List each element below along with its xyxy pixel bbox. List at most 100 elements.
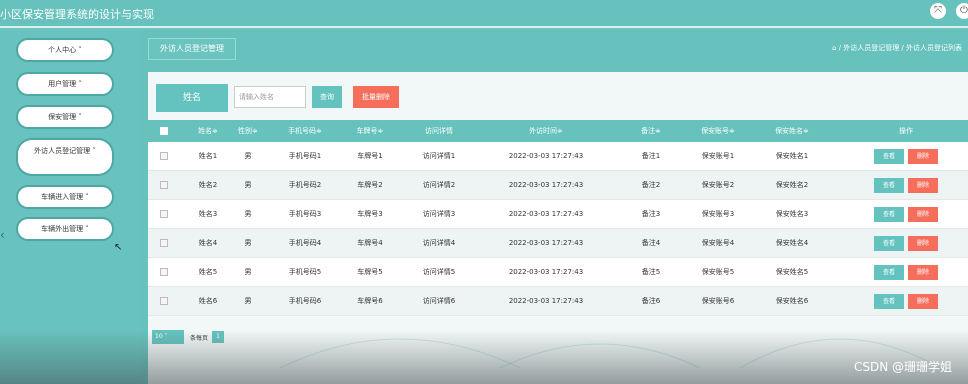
watermark: CSDN @珊珊学姐 — [853, 360, 952, 374]
cell-remark: 备注6 — [641, 297, 661, 305]
header-remark[interactable]: 备注≑ — [626, 120, 676, 142]
header-guard-account[interactable]: 保安账号≑ — [678, 120, 758, 142]
row-checkbox[interactable] — [154, 287, 174, 315]
cell-guard-name: 保安姓名4 — [775, 239, 809, 247]
cell-visit-detail: 访问详情4 — [422, 239, 456, 247]
batch-delete-button[interactable]: 批量删除 — [353, 86, 399, 108]
row-actions: 查看 删除 — [856, 200, 956, 228]
cell-visit-time: 2022-03-03 17:27:43 — [508, 152, 584, 160]
cell-visit-time: 2022-03-03 17:27:43 — [508, 297, 584, 305]
table-row: 姓名3 男手机号码3 车牌号3 访问详情3 2022-03-03 17:27:43 备注3… — [148, 200, 968, 229]
cell-plate: 车牌号3 — [357, 210, 383, 218]
view-button[interactable]: 查看 — [874, 235, 904, 251]
cell-gender: 男 — [244, 210, 252, 218]
page-title: 外访人员登记管理 — [148, 38, 236, 60]
sidebar-item-vehicle-exit[interactable]: 车辆外出管理 ˅ — [18, 219, 112, 239]
cell-visit-time: 2022-03-03 17:27:43 — [508, 239, 584, 247]
row-checkbox[interactable] — [154, 200, 174, 228]
cell-gender: 男 — [244, 181, 252, 189]
delete-button[interactable]: 删除 — [908, 293, 938, 309]
header-phone[interactable]: 手机号码≑ — [270, 120, 340, 142]
cell-visit-detail: 访问详情1 — [422, 152, 456, 160]
cell-guard-account: 保安账号6 — [701, 297, 735, 305]
sidebar-item-label: 用户管理 ˅ — [48, 80, 82, 88]
pagination: 10 ˅ 条每页 1 — [152, 330, 225, 344]
cell-visit-detail: 访问详情2 — [422, 181, 456, 189]
cell-plate: 车牌号2 — [357, 181, 383, 189]
page-button-current[interactable]: 1 — [212, 331, 225, 343]
row-actions: 查看 删除 — [856, 287, 956, 315]
row-actions: 查看 删除 — [856, 142, 956, 170]
cell-phone: 手机号码3 — [288, 210, 322, 218]
cell-phone: 手机号码1 — [288, 152, 322, 160]
row-checkbox[interactable] — [154, 171, 174, 199]
cell-guard-name: 保安姓名5 — [775, 268, 809, 276]
cell-plate: 车牌号1 — [357, 152, 383, 160]
view-button[interactable]: 查看 — [874, 206, 904, 222]
table-body: 姓名1 男手机号码1 车牌号1 访问详情1 2022-03-03 17:27:43 备注1… — [148, 142, 968, 316]
header-visit-detail: 访问详情 — [425, 127, 453, 135]
cell-remark: 备注4 — [641, 239, 661, 247]
header-guard-name[interactable]: 保安姓名≑ — [752, 120, 832, 142]
delete-button[interactable]: 删除 — [908, 206, 938, 222]
query-button[interactable]: 查询 — [312, 86, 342, 108]
view-button[interactable]: 查看 — [874, 177, 904, 193]
header-visit-time[interactable]: 外访时间≑ — [486, 120, 606, 142]
cell-visit-detail: 访问详情6 — [422, 297, 456, 305]
chevron-left-icon[interactable]: ‹ — [0, 228, 5, 242]
view-button[interactable]: 查看 — [874, 293, 904, 309]
cell-guard-name: 保安姓名2 — [775, 181, 809, 189]
top-bar: 小区保安管理系统的设计与实现 ⤧ ⏻ — [0, 0, 968, 28]
main-content: 外访人员登记管理 ⌂ / 外访人员登记管理 / 外访人员登记列表 姓名 查询 批… — [140, 30, 968, 384]
sidebar-item-user-management[interactable]: 用户管理 ˅ — [18, 74, 112, 94]
sidebar-item-personal-center[interactable]: 个人中心 ˅ — [18, 40, 112, 60]
delete-button[interactable]: 删除 — [908, 235, 938, 251]
row-checkbox[interactable] — [154, 229, 174, 257]
row-checkbox[interactable] — [154, 142, 174, 170]
cell-guard-account: 保安账号1 — [701, 152, 735, 160]
page-size-unit: 条每页 — [190, 334, 209, 342]
cell-guard-name: 保安姓名6 — [775, 297, 809, 305]
cell-remark: 备注1 — [641, 152, 661, 160]
cell-phone: 手机号码6 — [288, 297, 322, 305]
visitor-table: 姓名≑ 性别≑ 手机号码≑ 车牌号≑ 访问详情 外访时间≑ 备注≑ 保安账号≑ … — [148, 120, 968, 316]
delete-button[interactable]: 删除 — [908, 177, 938, 193]
name-search-input[interactable] — [234, 86, 306, 108]
view-button[interactable]: 查看 — [874, 264, 904, 280]
header-plate[interactable]: 车牌号≑ — [340, 120, 400, 142]
cell-gender: 男 — [244, 297, 252, 305]
power-icon[interactable]: ⏻ — [956, 3, 968, 19]
sidebar-item-vehicle-entry[interactable]: 车辆进入管理 ˅ — [18, 187, 112, 207]
cell-guard-account: 保安账号4 — [701, 239, 735, 247]
breadcrumb[interactable]: ⌂ / 外访人员登记管理 / 外访人员登记列表 — [832, 43, 962, 53]
cell-plate: 车牌号5 — [357, 268, 383, 276]
cell-visit-time: 2022-03-03 17:27:43 — [508, 268, 584, 276]
delete-button[interactable]: 删除 — [908, 264, 938, 280]
cell-phone: 手机号码5 — [288, 268, 322, 276]
select-all-checkbox[interactable] — [154, 120, 174, 142]
page-size-select[interactable]: 10 ˅ — [152, 330, 184, 344]
delete-button[interactable]: 删除 — [908, 148, 938, 164]
cell-guard-account: 保安账号2 — [701, 181, 735, 189]
sidebar: 个人中心 ˅ 用户管理 ˅ 保安管理 ˅ 外访人员登记管理 ˅ 车辆进入管理 ˅… — [0, 30, 140, 384]
cell-guard-account: 保安账号5 — [701, 268, 735, 276]
table-header: 姓名≑ 性别≑ 手机号码≑ 车牌号≑ 访问详情 外访时间≑ 备注≑ 保安账号≑ … — [148, 120, 968, 142]
table-row: 姓名4 男手机号码4 车牌号4 访问详情4 2022-03-03 17:27:43 备注4… — [148, 229, 968, 258]
cell-remark: 备注3 — [641, 210, 661, 218]
header-gender[interactable]: 性别≑ — [228, 120, 268, 142]
view-button[interactable]: 查看 — [874, 148, 904, 164]
cell-visit-time: 2022-03-03 17:27:43 — [508, 181, 584, 189]
search-label: 姓名 — [156, 84, 228, 112]
header-actions: 操作 — [899, 127, 913, 135]
sidebar-item-label: 保安管理 ˅ — [48, 113, 82, 121]
row-actions: 查看 删除 — [856, 171, 956, 199]
table-row: 姓名6 男手机号码6 车牌号6 访问详情6 2022-03-03 17:27:43 备注6… — [148, 287, 968, 316]
cell-phone: 手机号码2 — [288, 181, 322, 189]
cell-remark: 备注2 — [641, 181, 661, 189]
sidebar-item-guard-management[interactable]: 保安管理 ˅ — [18, 107, 112, 127]
sidebar-item-visitor-registration[interactable]: 外访人员登记管理 ˅ — [18, 140, 112, 174]
row-checkbox[interactable] — [154, 258, 174, 286]
cell-guard-name: 保安姓名1 — [775, 152, 809, 160]
cell-visit-time: 2022-03-03 17:27:43 — [508, 210, 584, 218]
fullscreen-icon[interactable]: ⤧ — [930, 3, 946, 19]
